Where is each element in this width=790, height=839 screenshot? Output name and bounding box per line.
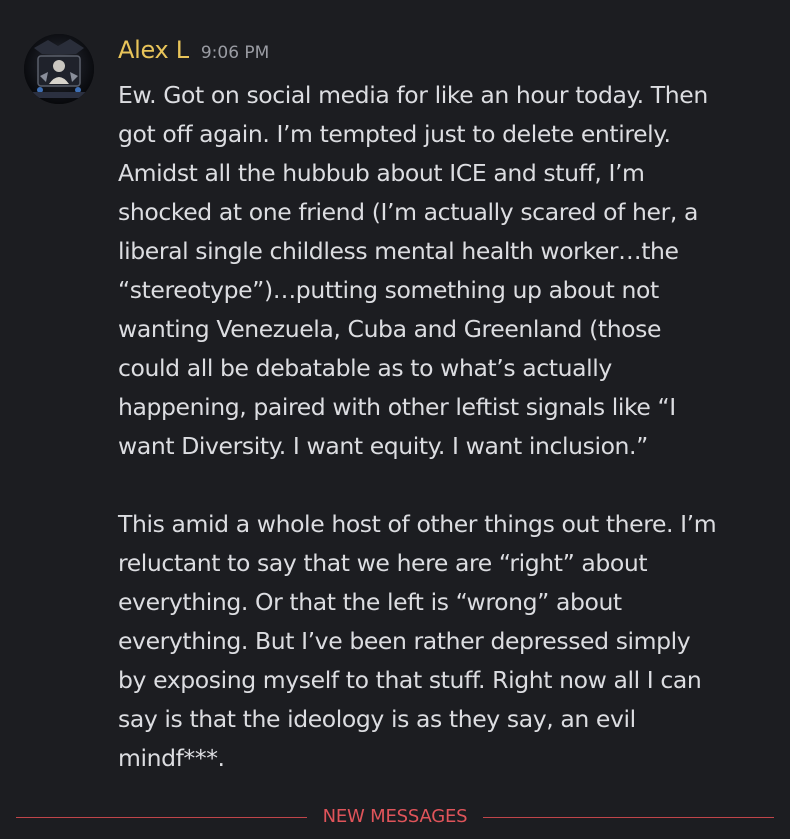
author-name[interactable]: Alex L [118, 36, 189, 64]
message-paragraph: Ew. Got on social media for like an hour… [118, 76, 778, 466]
message-line: “stereotype”)…putting something up about… [118, 276, 659, 304]
message-line: Ew. Got on social media for like an hour… [118, 81, 708, 109]
message-line: happening, paired with other leftist sig… [118, 393, 676, 421]
chat-message: Alex L 9:06 PM Ew. Got on social media f… [0, 0, 790, 790]
message-line: This amid a whole host of other things o… [118, 510, 717, 538]
message-header: Alex L 9:06 PM [118, 36, 269, 72]
message-line: everything. Or that the left is “wrong” … [118, 588, 622, 616]
avatar-image [24, 34, 94, 104]
message-line: want Diversity. I want equity. I want in… [118, 432, 648, 460]
message-line: liberal single childless mental health w… [118, 237, 679, 265]
message-line: wanting Venezuela, Cuba and Greenland (t… [118, 315, 662, 343]
message-line: say is that the ideology is as they say,… [118, 705, 636, 733]
message-line: got off again. I’m tempted just to delet… [118, 120, 671, 148]
new-messages-divider: NEW MESSAGES [0, 804, 790, 830]
message-line: could all be debatable as to what’s actu… [118, 354, 612, 382]
message-line: mindf***. [118, 744, 225, 772]
message-timestamp: 9:06 PM [200, 43, 270, 63]
message-line: everything. But I’ve been rather depress… [118, 627, 691, 655]
message-paragraph: This amid a whole host of other things o… [118, 505, 778, 778]
message-content: Ew. Got on social media for like an hour… [118, 76, 778, 778]
message-line: Amidst all the hubbub about ICE and stuf… [118, 159, 645, 187]
message-line: by exposing myself to that stuff. Right … [118, 666, 702, 694]
message-line: shocked at one friend (I’m actually scar… [118, 198, 698, 226]
avatar[interactable] [24, 34, 94, 104]
new-messages-label: NEW MESSAGES [306, 804, 484, 830]
message-line: reluctant to say that we here are “right… [118, 549, 648, 577]
